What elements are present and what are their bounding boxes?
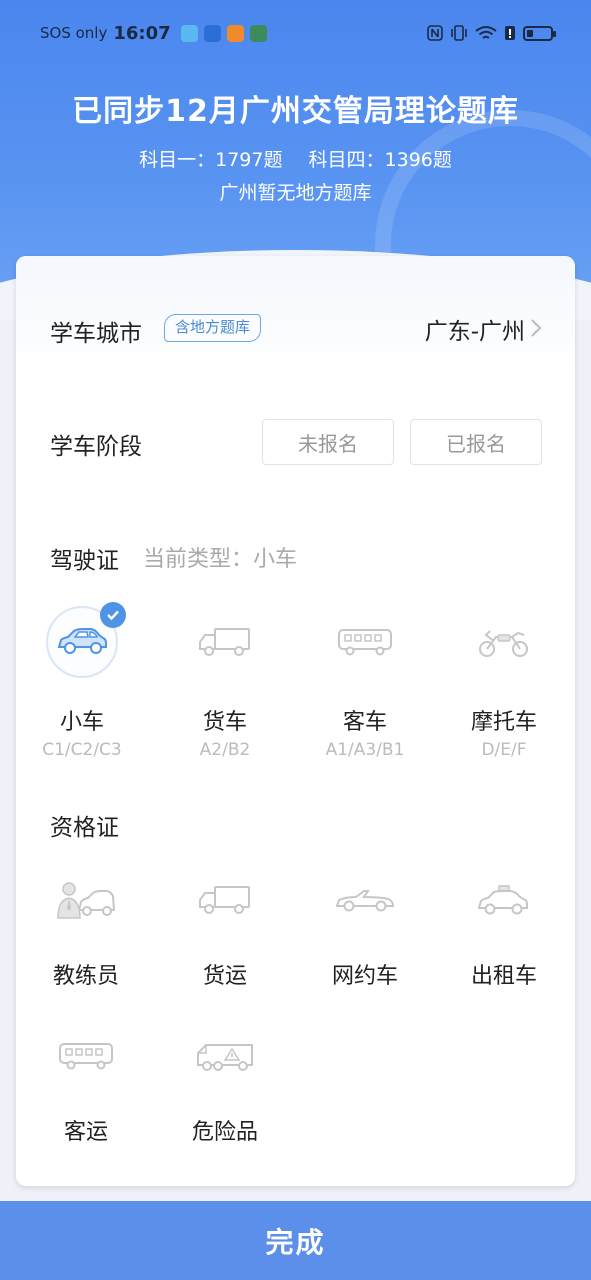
car-icon — [57, 628, 107, 654]
clock: 16:07 — [113, 22, 171, 44]
vehicle-name: 客车 — [342, 710, 387, 735]
status-bar: SOS only 16:07 — [0, 0, 591, 66]
license-option-car[interactable]: 小车 C1/C2/C3 — [16, 602, 152, 760]
upload-notification-icon — [203, 24, 221, 42]
chevron-right-icon[interactable] — [529, 318, 543, 338]
battery-icon — [523, 25, 556, 41]
qualification-option-coach[interactable]: 教练员 — [16, 864, 156, 990]
local-bank-note: 广州暂无地方题库 — [219, 182, 372, 204]
qualification-option-taxi[interactable]: 出租车 — [434, 864, 574, 990]
license-section-title: 驾驶证 — [50, 548, 119, 574]
license-option-motorcycle[interactable]: 摩托车 D/E/F — [434, 606, 574, 760]
sync-title: 已同步12月广州交管局理论题库 — [72, 94, 519, 129]
qualification-option-hazmat[interactable]: 危险品 — [155, 1020, 295, 1146]
settings-card: 学车城市 含地方题库 广东-广州 学车阶段 未报名 已报名 驾驶证 当前类型：小… — [16, 256, 575, 1186]
qualification-section-title: 资格证 — [50, 815, 119, 841]
taxi-icon — [477, 885, 528, 915]
city-label: 学车城市 — [50, 321, 142, 347]
nfc-icon — [427, 25, 443, 41]
freight-truck-icon — [199, 886, 250, 914]
local-bank-tag: 含地方题库 — [164, 314, 262, 342]
city-selector[interactable]: 广东-广州 — [425, 312, 525, 346]
question-counts: 科目一：1797题 科目四：1396题 — [0, 145, 591, 172]
game-notification-icon — [249, 24, 267, 42]
app-notification-icon — [180, 24, 198, 42]
qualification-name: 教练员 — [52, 964, 119, 989]
bus-icon — [338, 629, 392, 656]
subject4-count: 科目四：1396题 — [308, 149, 452, 171]
qualification-option-passenger[interactable]: 客运 — [16, 1020, 156, 1146]
qualification-name: 出租车 — [470, 964, 537, 989]
subject1-count: 科目一：1797题 — [139, 149, 283, 171]
vehicle-name: 摩托车 — [470, 710, 537, 735]
qualification-name: 网约车 — [331, 964, 398, 989]
vehicle-code: A1/A3/B1 — [325, 740, 405, 760]
vehicle-code: A2/B2 — [199, 740, 251, 760]
qualification-option-ride-hailing[interactable]: 网约车 — [295, 864, 435, 990]
ride-hailing-car-icon — [335, 890, 395, 912]
motorcycle-icon — [479, 630, 528, 657]
stage-option-not-registered[interactable]: 未报名 — [262, 419, 394, 465]
truck-icon — [199, 628, 250, 656]
qualification-option-freight[interactable]: 货运 — [155, 864, 295, 990]
license-option-truck[interactable]: 货车 A2/B2 — [155, 606, 295, 760]
coach-icon — [57, 882, 116, 919]
vehicle-code: C1/C2/C3 — [42, 740, 122, 760]
vehicle-code: D/E/F — [481, 740, 527, 760]
vibrate-icon — [451, 25, 467, 41]
stage-option-registered[interactable]: 已报名 — [410, 419, 542, 465]
done-button[interactable]: 完成 — [0, 1201, 591, 1280]
vehicle-name: 货车 — [202, 710, 247, 735]
license-option-bus[interactable]: 客车 A1/A3/B1 — [295, 606, 435, 760]
stage-label: 学车阶段 — [50, 434, 142, 460]
vehicle-name: 小车 — [59, 710, 104, 735]
carrier-text: SOS only — [40, 24, 108, 42]
wifi-icon — [475, 26, 497, 39]
qualification-name: 货运 — [202, 964, 247, 989]
alert-icon — [505, 26, 515, 40]
current-type: 当前类型：小车 — [143, 547, 298, 572]
news-notification-icon — [226, 24, 244, 42]
qualification-name: 客运 — [63, 1120, 108, 1145]
passenger-bus-icon — [59, 1043, 113, 1070]
selected-check-icon — [100, 602, 126, 628]
hazmat-truck-icon — [197, 1044, 253, 1071]
qualification-name: 危险品 — [191, 1120, 258, 1145]
